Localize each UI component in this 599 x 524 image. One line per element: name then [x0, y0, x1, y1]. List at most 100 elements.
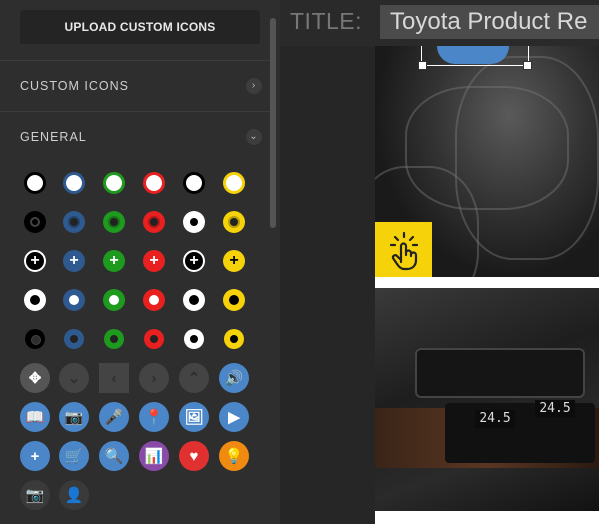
icon-swatch [103, 211, 125, 233]
section-label: GENERAL [20, 130, 87, 144]
section-general[interactable]: GENERAL ⌄ [20, 126, 262, 148]
ring-navy-icon[interactable] [55, 281, 93, 319]
selection-box[interactable] [421, 46, 529, 66]
move-icon-glyph: ✥ [20, 363, 50, 393]
ring-black-icon[interactable] [16, 281, 54, 319]
resize-handle[interactable] [523, 61, 532, 70]
icon-swatch [144, 329, 164, 349]
plus-icon-glyph: + [20, 441, 50, 471]
plus-white-icon[interactable]: + [175, 242, 213, 280]
car-dashboard-image: 24.5 24.5 [375, 288, 599, 511]
icon-swatch: + [183, 250, 205, 272]
image-gap [375, 511, 599, 524]
search-icon[interactable]: 🔍 [95, 437, 133, 475]
camera-outline-icon[interactable]: 📷 [16, 476, 54, 514]
ring-white-icon[interactable] [175, 281, 213, 319]
target-red-icon[interactable] [135, 203, 173, 241]
chevron-left-icon[interactable]: ‹ [95, 359, 133, 397]
bar-chart-icon[interactable]: 📊 [135, 437, 173, 475]
icon-sidebar: UPLOAD CUSTOM ICONS CUSTOM ICONS › GENER… [0, 0, 280, 524]
title-input[interactable]: Toyota Product Re [380, 5, 599, 39]
divider [0, 60, 270, 61]
icon-swatch [103, 289, 125, 311]
icon-swatch [143, 172, 165, 194]
target-white-icon[interactable] [175, 203, 213, 241]
small-navy-icon[interactable] [55, 320, 93, 358]
lightbulb-icon[interactable]: 💡 [215, 437, 253, 475]
map-pin-icon[interactable]: 📍 [135, 398, 173, 436]
target-black-icon[interactable] [16, 203, 54, 241]
move-icon[interactable]: ✥ [16, 359, 54, 397]
chevron-left-icon-glyph: ‹ [99, 363, 129, 393]
heart-icon[interactable]: ♥ [175, 437, 213, 475]
chevron-right-icon[interactable]: › [246, 78, 262, 94]
chevron-down-icon[interactable]: ⌄ [55, 359, 93, 397]
microphone-icon[interactable]: 🎤 [95, 398, 133, 436]
tap-hand-icon [389, 231, 418, 270]
ring-red-icon[interactable] [135, 281, 173, 319]
image-icon[interactable]: 🖼 [175, 398, 213, 436]
resize-handle[interactable] [418, 61, 427, 70]
icon-swatch [223, 172, 245, 194]
book-icon[interactable]: 📖 [16, 398, 54, 436]
dot-navy-icon[interactable] [55, 164, 93, 202]
chevron-right-icon[interactable]: › [135, 359, 173, 397]
icon-swatch [63, 289, 85, 311]
small-yellow-icon[interactable] [215, 320, 253, 358]
dot-yellow-icon[interactable] [215, 164, 253, 202]
plus-red-icon[interactable]: + [135, 242, 173, 280]
icon-swatch [143, 289, 165, 311]
plus-black-icon[interactable]: + [16, 242, 54, 280]
chevron-up-icon[interactable]: ⌃ [175, 359, 213, 397]
small-black-icon[interactable] [16, 320, 54, 358]
icon-swatch [25, 329, 45, 349]
camera-icon[interactable]: 📷 [55, 398, 93, 436]
icon-swatch: + [223, 250, 245, 272]
play-icon-glyph: ▶ [219, 402, 249, 432]
target-navy-icon[interactable] [55, 203, 93, 241]
section-custom-icons[interactable]: CUSTOM ICONS › [20, 75, 262, 97]
ring-yellow-icon[interactable] [215, 281, 253, 319]
hotspot-marker[interactable] [375, 222, 432, 277]
icon-swatch: + [63, 250, 85, 272]
dot-black-icon[interactable] [16, 164, 54, 202]
small-green-icon[interactable] [95, 320, 133, 358]
icon-swatch [24, 211, 46, 233]
section-label: CUSTOM ICONS [20, 79, 129, 93]
upload-custom-icons-button[interactable]: UPLOAD CUSTOM ICONS [20, 10, 260, 44]
plus-navy-icon[interactable]: + [55, 242, 93, 280]
sidebar-scrollbar[interactable] [270, 18, 276, 228]
icon-swatch [64, 329, 84, 349]
ring-green-icon[interactable] [95, 281, 133, 319]
small-red-icon[interactable] [135, 320, 173, 358]
chevron-down-icon[interactable]: ⌄ [246, 129, 262, 145]
bar-chart-icon-glyph: 📊 [139, 441, 169, 471]
plus-yellow-icon[interactable]: + [215, 242, 253, 280]
play-icon[interactable]: ▶ [215, 398, 253, 436]
dot-green-icon[interactable] [95, 164, 133, 202]
volume-icon-glyph: 🔊 [219, 363, 249, 393]
chevron-up-icon-glyph: ⌃ [179, 363, 209, 393]
temp-display-right: 24.5 [535, 400, 575, 418]
camera-icon-glyph: 📷 [59, 402, 89, 432]
dot-red-icon[interactable] [135, 164, 173, 202]
dot-white-icon[interactable] [175, 164, 213, 202]
plus-icon[interactable]: + [16, 437, 54, 475]
icon-swatch [103, 172, 125, 194]
icon-swatch [63, 172, 85, 194]
title-label: TITLE: [290, 8, 363, 34]
volume-icon[interactable]: 🔊 [215, 359, 253, 397]
target-green-icon[interactable] [95, 203, 133, 241]
heart-icon-glyph: ♥ [179, 441, 209, 471]
icon-swatch [24, 172, 46, 194]
icon-swatch [183, 211, 205, 233]
user-icon-glyph: 👤 [59, 480, 89, 510]
plus-green-icon[interactable]: + [95, 242, 133, 280]
icon-swatch [183, 289, 205, 311]
cart-icon[interactable]: 🛒 [55, 437, 93, 475]
target-yellow-icon[interactable] [215, 203, 253, 241]
user-icon[interactable]: 👤 [55, 476, 93, 514]
small-white-icon[interactable] [175, 320, 213, 358]
glyph-icon-row: ✥ ⌄ ‹ › ⌃ 🔊 [16, 359, 266, 397]
cart-icon-glyph: 🛒 [59, 441, 89, 471]
